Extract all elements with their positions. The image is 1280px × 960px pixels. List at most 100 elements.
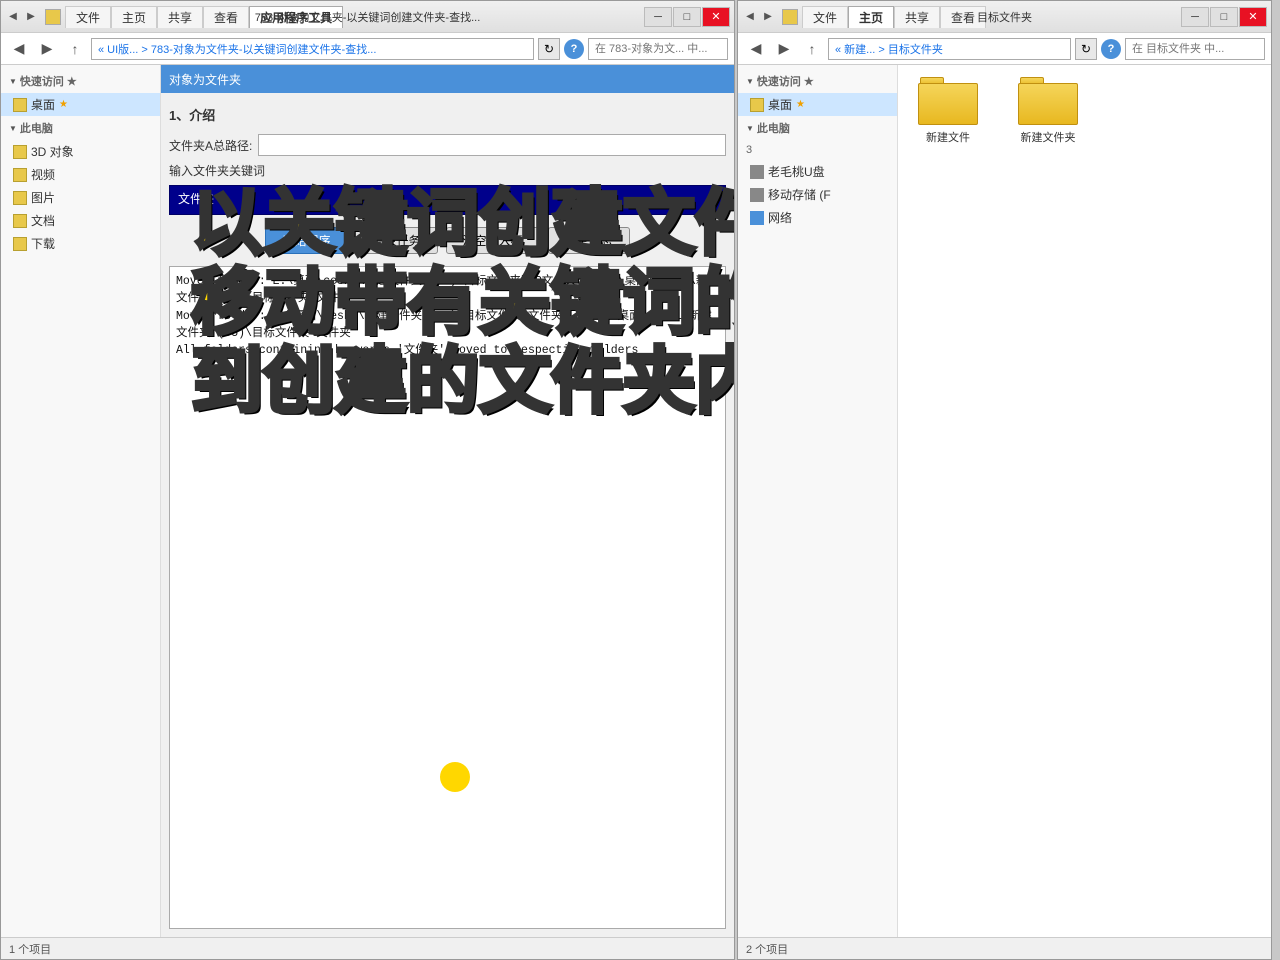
right-desktop-icon	[750, 98, 764, 112]
back-button[interactable]: ◀	[7, 37, 31, 61]
pictures-folder-icon	[13, 191, 27, 205]
folder-big-icon-1	[918, 75, 978, 125]
right-address-bar: ◀ ▶ ↑ ↻ ?	[738, 33, 1271, 65]
item-count: 1 个项目	[9, 941, 51, 957]
step1-label: 1、介绍	[169, 101, 726, 128]
folder-item-1[interactable]: 新建文件	[908, 75, 988, 145]
right-minimize-button[interactable]: ─	[1181, 7, 1209, 27]
sidebar-item-3d[interactable]: 3D 对象	[1, 140, 160, 163]
right-search-input[interactable]	[1125, 38, 1265, 60]
tab-share[interactable]: 共享	[157, 6, 203, 28]
forward-button[interactable]: ▶	[35, 37, 59, 61]
keyword-row: 输入文件夹关键词	[169, 162, 726, 179]
right-up-button[interactable]: ↑	[800, 37, 824, 61]
app-title-bar: 对象为文件夹	[161, 65, 734, 93]
right-sidebar-storage[interactable]: 移动存储 (F	[738, 183, 897, 206]
tab-file[interactable]: 文件	[65, 6, 111, 28]
end-button[interactable]: 结束任务	[355, 227, 437, 254]
up-button[interactable]: ↑	[63, 37, 87, 61]
right-folder-icon-small	[782, 9, 798, 25]
left-title-bar: ◀ ▶ 文件 主页 共享 查看 应用程序工具 783-对象为文件夹-以关键词创建…	[1, 1, 734, 33]
keyword-box[interactable]: 文件夹	[169, 185, 726, 215]
network-icon	[750, 211, 764, 225]
storage-icon	[750, 188, 764, 202]
folder-label-1: 新建文件	[926, 129, 970, 145]
right-tab-file[interactable]: 文件	[802, 6, 848, 28]
left-window-icons: ◀ ▶	[5, 9, 39, 25]
right-triangle-icon: ▼	[746, 77, 754, 86]
tab-home[interactable]: 主页	[111, 6, 157, 28]
right-item-count: 2 个项目	[746, 941, 788, 957]
star-icon: ★	[67, 75, 77, 88]
folder-a-label: 文件夹A总路径:	[169, 137, 252, 154]
left-main-area: ▼ 快速访问 ★ 桌面 ★ ▼ 此电脑 3D 对象 视频	[1, 65, 734, 937]
app-overlay: 对象为文件夹 1、介绍 文件夹A总路径: 输入文件夹关键词 文件夹 开始程序 结…	[161, 65, 734, 937]
refresh-button[interactable]: ↻	[538, 38, 560, 60]
right-sidebar-network[interactable]: 网络	[738, 206, 897, 229]
pc-triangle-icon: ▼	[9, 124, 17, 133]
desktop-folder-icon	[13, 98, 27, 112]
minimize-button[interactable]: ─	[644, 7, 672, 27]
folder-icon-small	[45, 9, 61, 25]
right-window: ◀ ▶ 文件 主页 共享 查看 目标文件夹 ─ □ ✕ ◀ ▶ ↑ ↻ ? ▼	[737, 0, 1272, 960]
folder-a-input[interactable]	[258, 134, 726, 156]
usb-icon	[750, 165, 764, 179]
right-window-icons: ◀ ▶	[742, 9, 776, 25]
right-fwd-icon: ▶	[760, 9, 776, 25]
sidebar-item-desktop[interactable]: 桌面 ★	[1, 93, 160, 116]
up-icon: ▶	[23, 9, 39, 25]
right-title-bar: ◀ ▶ 文件 主页 共享 查看 目标文件夹 ─ □ ✕	[738, 1, 1271, 33]
close-button[interactable]: ✕	[702, 7, 730, 27]
start-button[interactable]: 开始程序	[265, 227, 347, 254]
quick-access-section: ▼ 快速访问 ★	[1, 69, 160, 93]
folder-body-2	[1018, 83, 1078, 125]
right-maximize-button[interactable]: □	[1210, 7, 1238, 27]
right-info-bar: 2 个项目	[738, 937, 1271, 959]
right-refresh-button[interactable]: ↻	[1075, 38, 1097, 60]
3d-folder-icon	[13, 145, 27, 159]
this-pc-section: ▼ 此电脑	[1, 116, 160, 140]
clear-log-button[interactable]: 清空日志	[548, 227, 630, 254]
right-close-button[interactable]: ✕	[1239, 7, 1267, 27]
left-address-input[interactable]	[91, 38, 534, 60]
folder-item-2[interactable]: 新建文件夹	[1008, 75, 1088, 145]
folder-a-row: 文件夹A总路径:	[169, 134, 726, 156]
right-drive-section: 3	[738, 140, 897, 160]
keyword-label: 输入文件夹关键词	[169, 162, 265, 179]
help-button[interactable]: ?	[564, 39, 584, 59]
tab-view[interactable]: 查看	[203, 6, 249, 28]
documents-folder-icon	[13, 214, 27, 228]
right-help-button[interactable]: ?	[1101, 39, 1121, 59]
sidebar-item-pictures[interactable]: 图片	[1, 186, 160, 209]
left-sidebar: ▼ 快速访问 ★ 桌面 ★ ▼ 此电脑 3D 对象 视频	[1, 65, 161, 937]
sidebar-item-downloads[interactable]: 下载	[1, 232, 160, 255]
right-sidebar-desktop[interactable]: 桌面 ★	[738, 93, 897, 116]
right-content-pane: 新建文件 新建文件夹	[898, 65, 1271, 937]
app-title-text: 对象为文件夹	[169, 71, 241, 88]
clear-input-button[interactable]: 清空输入框	[446, 227, 540, 254]
right-sidebar: ▼ 快速访问 ★ 桌面 ★ ▼ 此电脑 3 老毛桃U盘 移动存	[738, 65, 898, 937]
sidebar-item-videos[interactable]: 视频	[1, 163, 160, 186]
left-address-bar: ◀ ▶ ↑ ↻ ?	[1, 33, 734, 65]
folder-label-2: 新建文件夹	[1021, 129, 1076, 145]
left-search-input[interactable]	[588, 38, 728, 60]
right-quick-access-section: ▼ 快速访问 ★	[738, 69, 897, 93]
right-back-button[interactable]: ◀	[744, 37, 768, 61]
downloads-folder-icon	[13, 237, 27, 251]
right-sidebar-usb[interactable]: 老毛桃U盘	[738, 160, 897, 183]
right-address-input[interactable]	[828, 38, 1071, 60]
button-row: 开始程序 结束任务 清空输入框 清空日志	[169, 221, 726, 260]
right-tab-home[interactable]: 主页	[848, 6, 894, 28]
right-star-icon: ★	[804, 75, 814, 88]
sidebar-item-documents[interactable]: 文档	[1, 209, 160, 232]
log-area[interactable]: Moved folder: E:\桌面\ceshi\新建文件夹 (35)\目标文…	[169, 266, 726, 929]
right-pc-triangle: ▼	[746, 124, 754, 133]
right-this-pc-section: ▼ 此电脑	[738, 116, 897, 140]
right-tab-share[interactable]: 共享	[894, 6, 940, 28]
left-info-bar: 1 个项目	[1, 937, 734, 959]
right-forward-button[interactable]: ▶	[772, 37, 796, 61]
right-desktop-star: ★	[796, 99, 805, 110]
left-window-title: 783-对象为文件夹-以关键词创建文件夹-查找...	[255, 9, 481, 25]
folder-big-icon-2	[1018, 75, 1078, 125]
maximize-button[interactable]: □	[673, 7, 701, 27]
